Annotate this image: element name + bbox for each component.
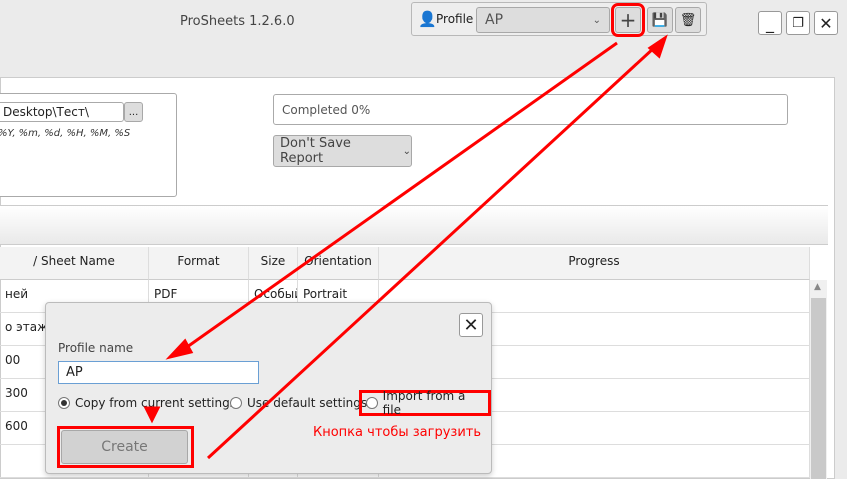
- radio-use-default[interactable]: Use default settings: [230, 396, 367, 410]
- chevron-down-icon: ⌄: [592, 14, 601, 26]
- chevron-down-icon: ⌄: [402, 145, 411, 157]
- table-toolbar: [0, 205, 828, 245]
- app-title: ProSheets 1.2.6.0: [180, 14, 295, 29]
- add-profile-button[interactable]: +: [611, 3, 645, 37]
- save-profile-button[interactable]: 💾: [647, 7, 673, 33]
- profile-toolbar: 👤 Profile AP ⌄ + 💾 🗑: [411, 2, 707, 37]
- floppy-icon: 💾: [651, 12, 669, 28]
- radio-label: Copy from current settings: [75, 396, 236, 410]
- profile-select-value: AP: [485, 12, 504, 28]
- radio-copy-current[interactable]: Copy from current settings: [58, 396, 236, 410]
- close-icon: ✕: [463, 314, 479, 336]
- radio-import-file[interactable]: Import from a file: [359, 389, 491, 417]
- folder-path-input[interactable]: Desktop\Тест\: [0, 102, 124, 122]
- minimize-button[interactable]: _: [758, 11, 782, 35]
- close-button[interactable]: ✕: [814, 11, 838, 35]
- column-header[interactable]: Progress: [379, 247, 810, 280]
- profile-label: Profile: [436, 12, 474, 26]
- radio-label: Import from a file: [382, 389, 466, 417]
- trash-icon: 🗑: [679, 12, 697, 28]
- progress-status: Completed 0%: [273, 94, 788, 125]
- column-header[interactable]: Format: [149, 247, 249, 280]
- arrowhead-icon: [647, 34, 668, 59]
- profile-select[interactable]: AP ⌄: [476, 7, 610, 33]
- profile-name-input[interactable]: AP: [58, 361, 259, 384]
- column-header[interactable]: Size: [249, 247, 298, 280]
- radio-icon: [366, 397, 378, 409]
- date-format-hint: %Y, %m, %d, %H, %M, %S: [0, 128, 131, 139]
- radio-label: Use default settings: [247, 396, 368, 410]
- create-button[interactable]: Create: [61, 430, 188, 464]
- delete-profile-button[interactable]: 🗑: [675, 7, 701, 33]
- radio-icon: [230, 397, 242, 409]
- report-select[interactable]: Don't Save Report ⌄: [273, 135, 412, 167]
- browse-button[interactable]: ...: [124, 102, 143, 122]
- create-profile-dialog: ✕ Profile name AP Copy from current sett…: [45, 302, 492, 474]
- maximize-button[interactable]: ❐: [786, 11, 810, 35]
- scrollbar[interactable]: ▲: [810, 280, 827, 479]
- user-icon: 👤: [418, 10, 437, 28]
- dialog-close-button[interactable]: ✕: [459, 313, 483, 337]
- radio-icon: [58, 397, 70, 409]
- column-header[interactable]: / Sheet Name: [0, 247, 149, 280]
- annotation-text: Кнопка чтобы загрузить: [313, 425, 482, 440]
- plus-icon: +: [619, 8, 637, 32]
- column-header[interactable]: Orientation: [298, 247, 379, 280]
- profile-name-label: Profile name: [58, 341, 134, 355]
- report-select-value: Don't Save Report: [280, 136, 351, 166]
